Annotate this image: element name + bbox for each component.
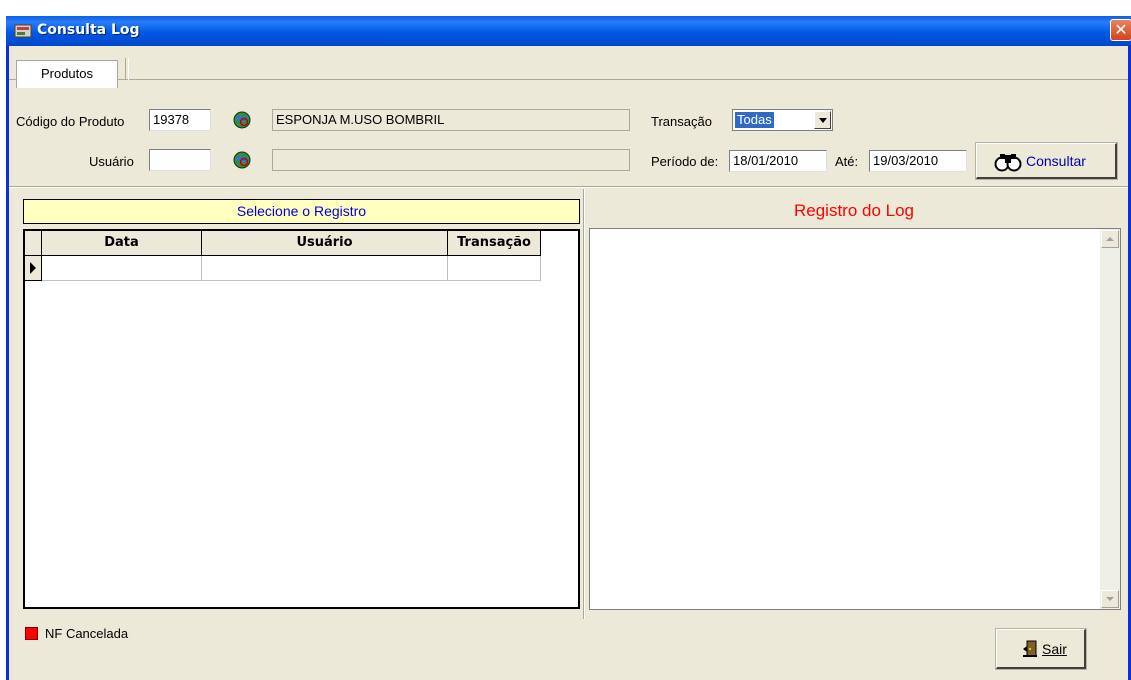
usuario-descricao-field (272, 149, 630, 171)
tab-strip: Produtos (9, 46, 1128, 88)
codigo-produto-label: Código do Produto (16, 114, 125, 129)
transacao-label: Transação (651, 114, 712, 129)
window-title: Consulta Log (37, 22, 140, 38)
grid-indicator-header (25, 231, 42, 256)
usuario-label: Usuário (89, 154, 134, 169)
row-indicator (25, 256, 42, 281)
scroll-down-button[interactable] (1101, 590, 1119, 608)
grid-cell-usuario[interactable] (202, 256, 448, 281)
grid-cell-transacao[interactable] (448, 256, 541, 281)
grid-cell-data[interactable] (42, 256, 202, 281)
codigo-produto-input[interactable]: 19378 (149, 109, 211, 131)
scroll-up-button[interactable] (1101, 230, 1119, 248)
exit-door-icon (1023, 640, 1037, 657)
close-button[interactable]: ✕ (1110, 19, 1131, 41)
selecione-registro-header: Selecione o Registro (23, 199, 580, 224)
consultar-button[interactable]: Consultar (975, 142, 1118, 180)
transacao-dropdown-button[interactable] (814, 111, 831, 129)
app-icon (14, 24, 32, 38)
nf-cancelada-color-swatch (25, 627, 38, 640)
close-icon: ✕ (1114, 20, 1128, 39)
grid-header-data[interactable]: Data (42, 231, 202, 256)
registro-log-title: Registro do Log (793, 201, 915, 220)
binoculars-icon (994, 154, 1022, 172)
tab-produtos-label: Produtos (40, 66, 94, 81)
consultar-label: Consultar (1026, 153, 1086, 169)
registro-log-memo[interactable] (589, 228, 1121, 610)
ate-label: Até: (835, 154, 859, 169)
tab-produtos[interactable]: Produtos (16, 60, 118, 88)
periodo-ate-input[interactable]: 19/03/2010 (869, 150, 967, 172)
log-scrollbar[interactable] (1100, 229, 1120, 609)
registros-grid[interactable]: Data Usuário Transação (23, 229, 580, 609)
produto-descricao-field: ESPONJA M.USO BOMBRIL (272, 109, 630, 131)
chevron-down-icon (1106, 597, 1114, 601)
background-strip (0, 0, 1131, 16)
tab-separator (125, 58, 129, 80)
globe-search-icon[interactable] (232, 110, 252, 130)
consulta-log-window: Consulta Log ✕ Produtos Código do Produt… (6, 16, 1131, 680)
sair-label: Sair (1042, 641, 1067, 657)
chevron-down-icon (819, 118, 827, 123)
globe-search-icon[interactable] (232, 150, 252, 170)
nf-cancelada-label: NF Cancelada (45, 626, 129, 641)
grid-header-transacao[interactable]: Transação (448, 231, 541, 256)
transacao-select[interactable]: Todas (732, 109, 833, 131)
grid-header-usuario[interactable]: Usuário (202, 231, 448, 256)
panel-separator (583, 189, 585, 619)
periodo-de-input[interactable]: 18/01/2010 (729, 150, 827, 172)
usuario-input[interactable] (149, 149, 211, 171)
transacao-selected-value: Todas (735, 112, 774, 128)
title-bar[interactable]: Consulta Log ✕ (6, 16, 1131, 46)
sair-button[interactable]: Sair (995, 628, 1087, 670)
section-divider (9, 186, 1128, 188)
periodo-de-label: Período de: (651, 154, 719, 169)
chevron-up-icon (1106, 237, 1114, 241)
current-row-arrow-icon (30, 262, 36, 274)
